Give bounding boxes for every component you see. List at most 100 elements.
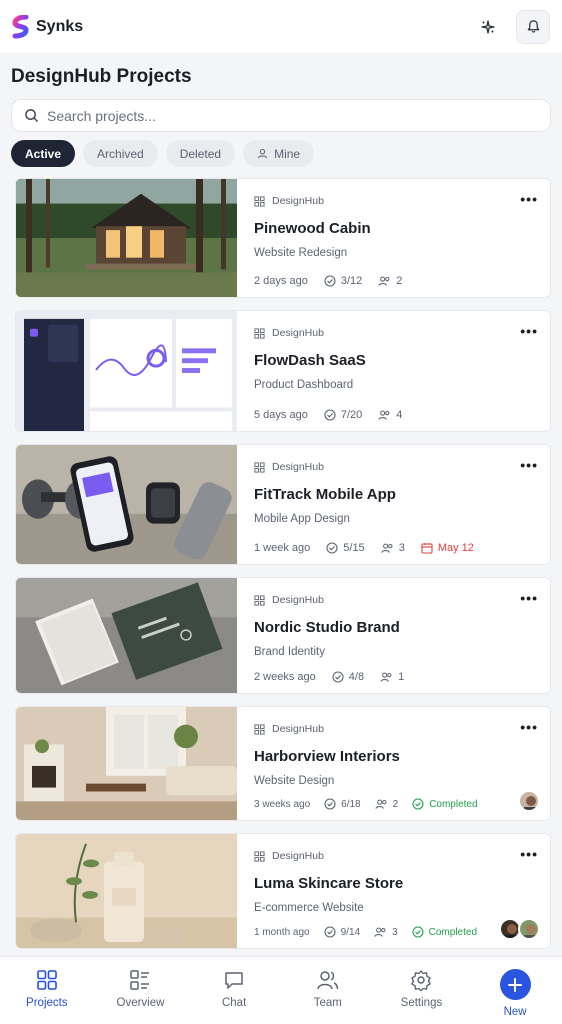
more-options-button[interactable]: ••• [520, 457, 538, 473]
task-count: 9/14 [324, 926, 360, 938]
updated-time: 1 week ago [254, 542, 311, 554]
new-project-button[interactable] [499, 969, 531, 1000]
brand[interactable]: Synks [12, 14, 84, 39]
users-icon [375, 799, 387, 809]
chat-icon [225, 972, 243, 989]
more-options-button[interactable]: ••• [520, 719, 538, 735]
project-org: DesignHub [254, 195, 534, 207]
calendar-icon [421, 543, 433, 554]
project-thumbnail [16, 578, 237, 693]
workspace-icon [254, 195, 265, 207]
check-circle-icon [332, 671, 344, 683]
search-input[interactable] [47, 107, 538, 124]
filter-mine[interactable]: Mine [243, 140, 315, 167]
gear-icon [411, 970, 432, 991]
project-meta: 1 week ago 5/15 3 May 12 [254, 542, 474, 554]
member-count: 1 [380, 671, 404, 683]
project-subtitle: Brand Identity [254, 646, 325, 658]
nav-overview[interactable]: Overview [100, 969, 180, 1009]
top-bar: Synks [0, 0, 562, 54]
project-card[interactable]: DesignHub ••• FlowDash SaaS Product Dash… [15, 310, 551, 432]
nav-settings[interactable]: Settings [381, 969, 461, 1009]
more-options-button[interactable]: ••• [520, 323, 538, 339]
project-org: DesignHub [254, 723, 534, 735]
member-count: 2 [378, 275, 402, 287]
check-circle-icon [324, 409, 336, 421]
filter-active[interactable]: Active [11, 140, 76, 167]
nav-team[interactable]: Team [288, 969, 368, 1009]
more-options-button[interactable]: ••• [520, 191, 538, 207]
sparkle-icon [481, 19, 495, 34]
nav-projects[interactable]: Projects [7, 969, 87, 1009]
search-bar[interactable] [11, 99, 551, 132]
project-title: Pinewood Cabin [254, 220, 371, 237]
member-count: 2 [375, 798, 398, 810]
avatar[interactable] [518, 918, 540, 940]
task-count: 7/20 [324, 409, 362, 421]
project-card[interactable]: DesignHub ••• Nordic Studio Brand Brand … [15, 577, 551, 694]
project-subtitle: E-commerce Website [254, 902, 364, 914]
assignee-avatars [499, 918, 540, 940]
filter-deleted[interactable]: Deleted [165, 140, 236, 167]
check-circle-icon [324, 926, 336, 938]
status-badge: Completed [412, 926, 477, 938]
nav-new[interactable]: New [475, 969, 555, 1018]
list-icon [130, 970, 150, 990]
project-card[interactable]: DesignHub ••• Pinewood Cabin Website Red… [15, 178, 551, 298]
project-subtitle: Website Redesign [254, 247, 348, 259]
notifications-button[interactable] [516, 9, 550, 44]
due-date: May 12 [421, 542, 474, 554]
users-icon [374, 927, 386, 937]
workspace-icon [254, 850, 265, 862]
app-name: Synks [36, 17, 84, 35]
updated-time: 3 weeks ago [254, 798, 311, 810]
updated-time: 2 days ago [254, 275, 308, 287]
project-thumbnail [16, 834, 237, 948]
status-badge: Completed [412, 798, 478, 810]
project-meta: 1 month ago 9/14 3 Completed [254, 926, 477, 938]
project-thumbnail [16, 707, 237, 820]
project-meta: 2 weeks ago 4/8 1 [254, 671, 404, 683]
check-circle-icon [412, 798, 424, 810]
project-card[interactable]: DesignHub ••• FitTrack Mobile App Mobile… [15, 444, 551, 565]
project-subtitle: Mobile App Design [254, 513, 350, 525]
member-count: 4 [378, 409, 402, 421]
project-card[interactable]: DesignHub ••• Harborview Interiors Websi… [15, 706, 551, 821]
project-meta: 2 days ago 3/12 2 [254, 275, 402, 287]
bottom-nav: Projects Overview Chat Team Settings New [0, 956, 562, 1024]
workspace-icon [254, 723, 265, 735]
filter-chips: Active Archived Deleted Mine [11, 140, 315, 167]
users-icon [380, 672, 392, 682]
users-icon [381, 543, 393, 553]
project-title: FlowDash SaaS [254, 352, 366, 369]
project-title: FitTrack Mobile App [254, 486, 396, 503]
updated-time: 2 weeks ago [254, 671, 316, 683]
project-org: DesignHub [254, 327, 534, 339]
workspace-icon [254, 594, 265, 606]
member-count: 3 [374, 926, 398, 938]
users-icon [378, 276, 390, 286]
updated-time: 1 month ago [254, 926, 310, 938]
project-org: DesignHub [254, 850, 534, 862]
avatar[interactable] [518, 790, 540, 812]
project-title: Nordic Studio Brand [254, 619, 400, 636]
page-title: DesignHub Projects [11, 66, 192, 87]
sparkle-button[interactable] [472, 11, 504, 43]
task-count: 5/15 [326, 542, 365, 554]
user-icon [257, 148, 268, 159]
project-org: DesignHub [254, 461, 534, 473]
project-subtitle: Product Dashboard [254, 379, 354, 391]
users-icon [378, 410, 390, 420]
filter-archived[interactable]: Archived [83, 140, 158, 167]
workspace-icon [254, 327, 265, 339]
check-circle-icon [326, 542, 338, 554]
project-title: Luma Skincare Store [254, 875, 404, 892]
project-thumbnail [16, 179, 237, 297]
project-meta: 5 days ago 7/20 4 [254, 409, 402, 421]
more-options-button[interactable]: ••• [520, 590, 538, 606]
synks-logo-icon [12, 14, 29, 38]
project-card[interactable]: DesignHub ••• Luma Skincare Store E-comm… [15, 833, 551, 949]
more-options-button[interactable]: ••• [520, 846, 538, 862]
grid-icon [37, 970, 57, 990]
nav-chat[interactable]: Chat [194, 969, 274, 1009]
